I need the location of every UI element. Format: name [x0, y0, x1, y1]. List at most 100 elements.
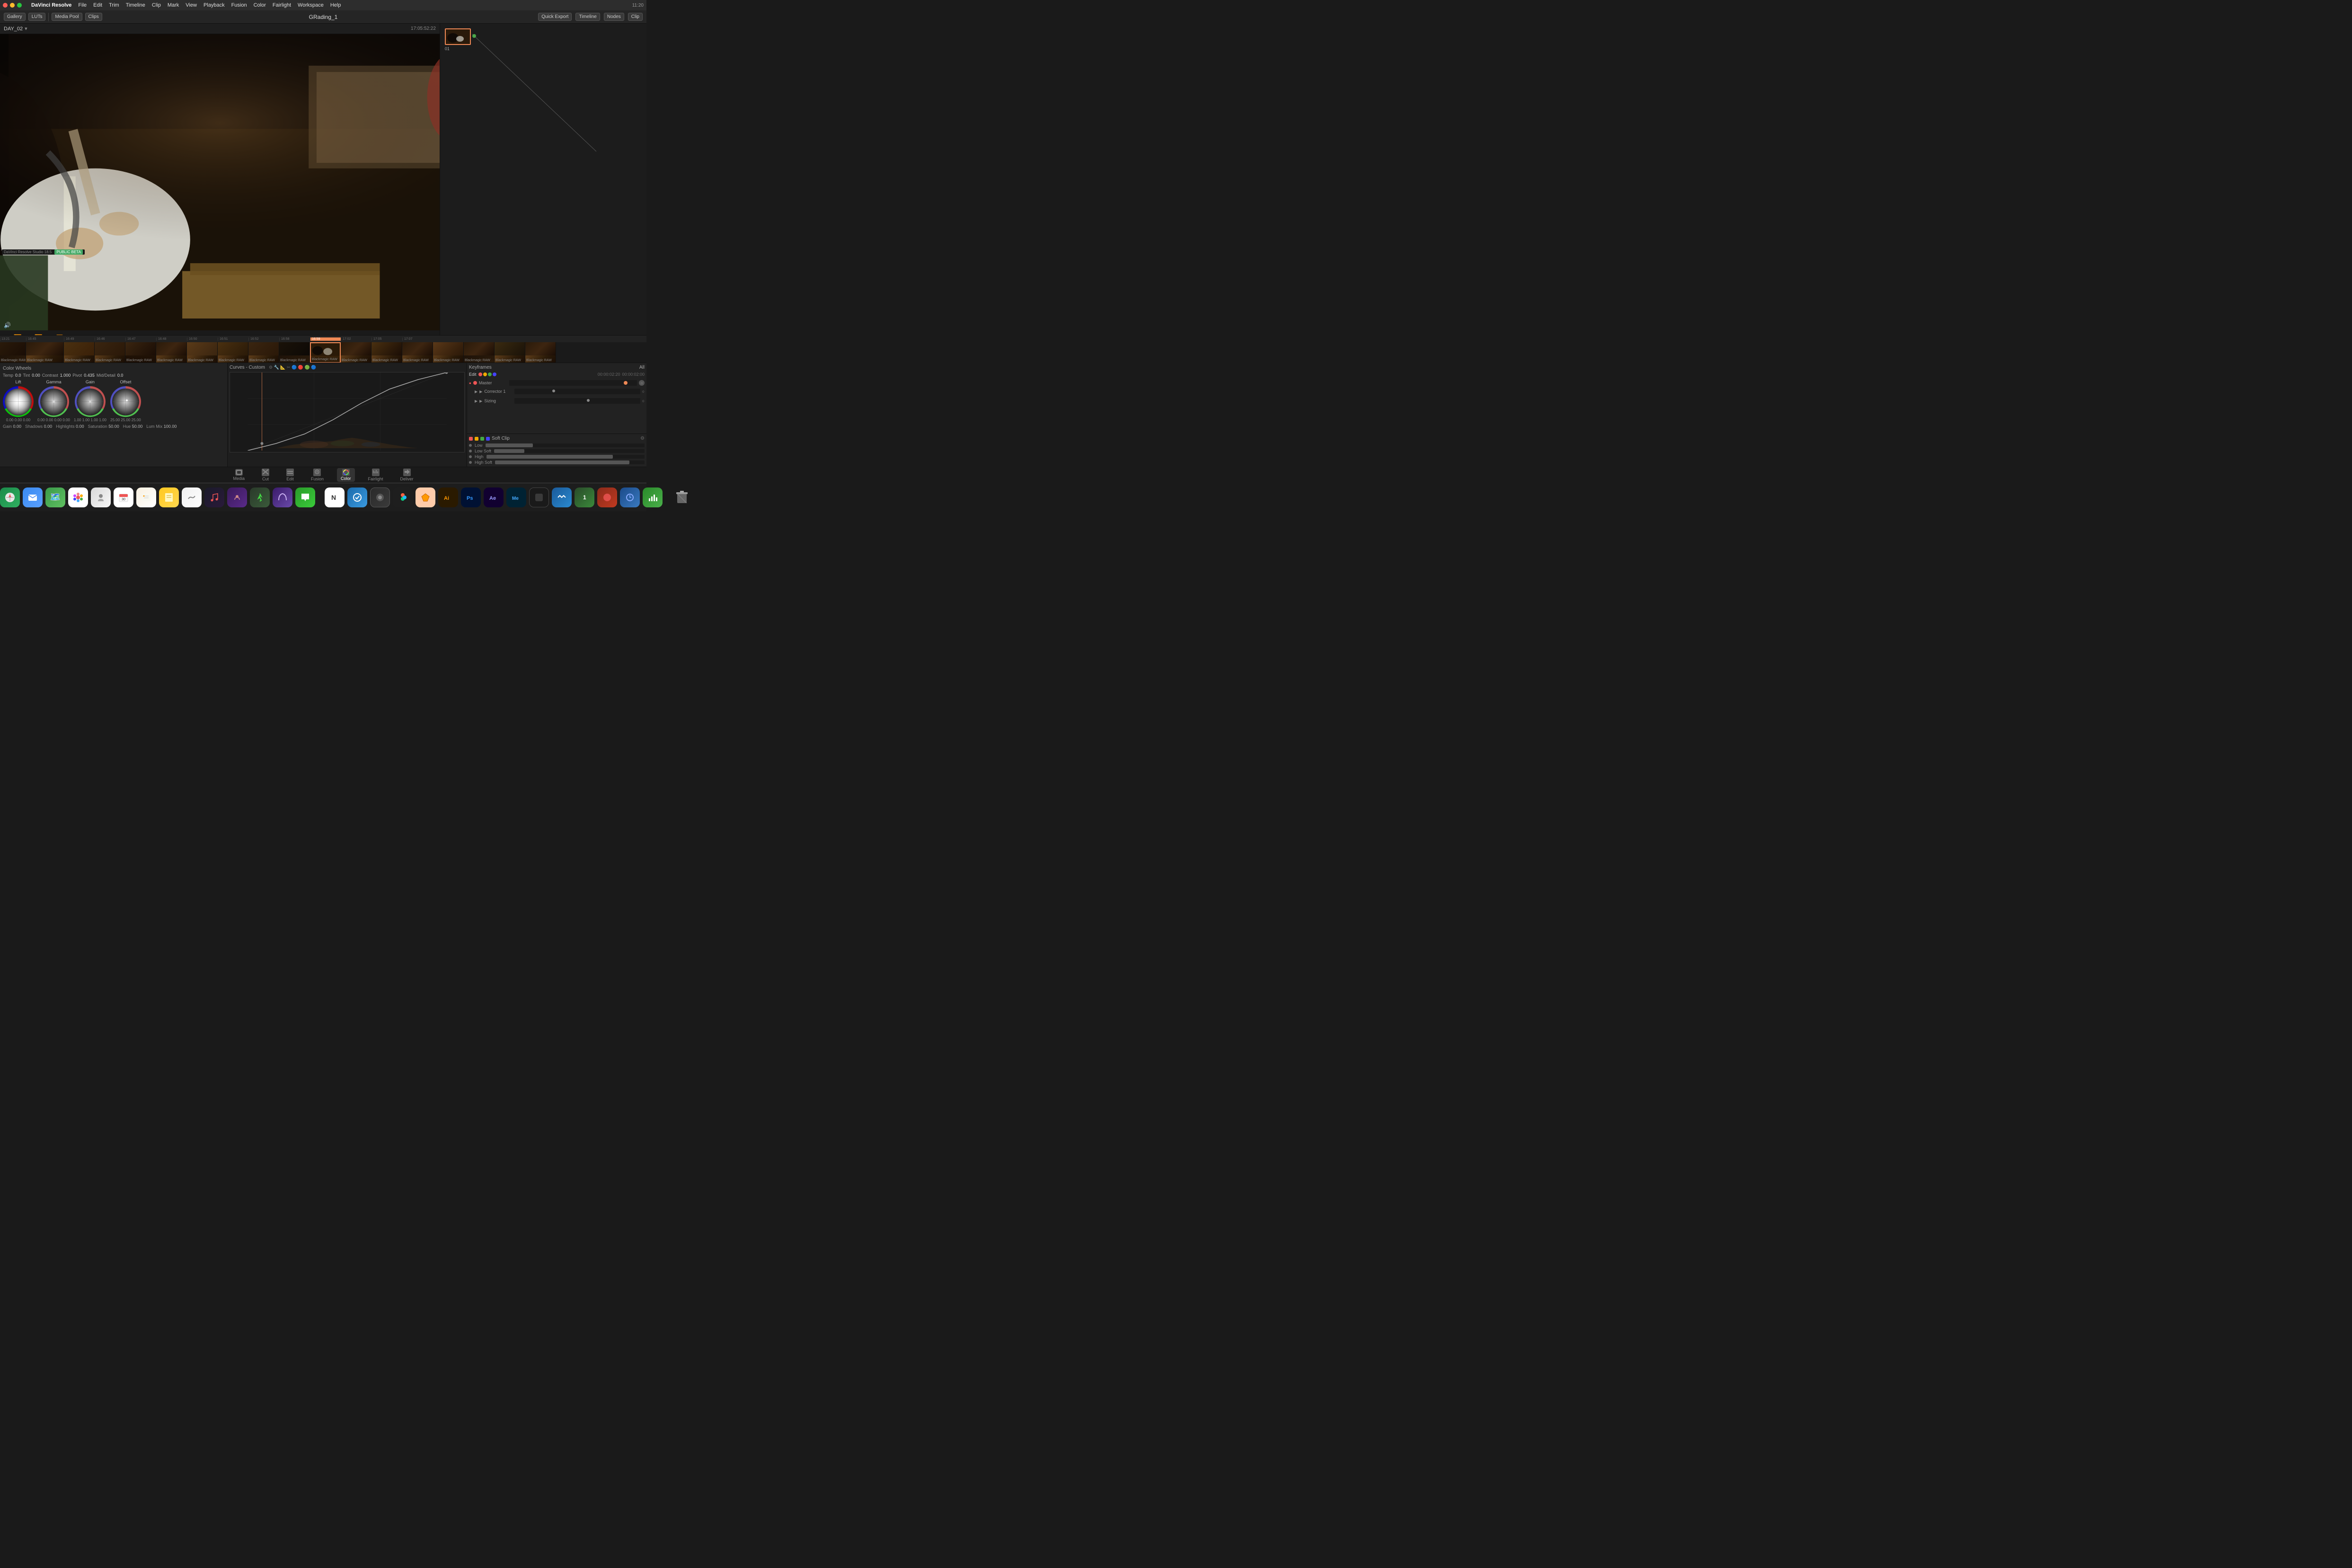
menu-view[interactable]: View	[186, 2, 197, 8]
dock-calendar[interactable]: 30	[114, 487, 133, 507]
offset-wheel[interactable]: Offset 25.00	[110, 380, 141, 422]
corrector1-kf-track[interactable]	[514, 389, 640, 394]
dock-illustrator[interactable]: Ai	[438, 487, 458, 507]
dock-mediaencoder[interactable]: Me	[506, 487, 526, 507]
dock-cleanmymac[interactable]	[620, 487, 640, 507]
lift-wheel[interactable]: Lift	[3, 380, 34, 422]
tab-cut[interactable]: Cut	[258, 468, 273, 482]
sc-slider-high[interactable]	[486, 455, 645, 459]
clip-cell-11[interactable]: Blackmagic RAW	[341, 342, 371, 363]
tab-media[interactable]: Media	[229, 468, 248, 482]
minimize-button[interactable]	[10, 3, 15, 8]
menu-fusion[interactable]: Fusion	[231, 2, 247, 8]
sc-slider-low-soft[interactable]	[494, 449, 645, 453]
dock-music[interactable]	[204, 487, 224, 507]
fullscreen-button[interactable]	[17, 3, 22, 8]
gamma-wheel[interactable]: Gamma 0.00 0.	[37, 380, 70, 422]
kf-reset-corrector1[interactable]: ○	[642, 389, 645, 394]
dock-notes[interactable]	[159, 487, 179, 507]
menu-clip[interactable]: Clip	[152, 2, 161, 8]
dock-contacts[interactable]	[91, 487, 111, 507]
sc-slider-low[interactable]	[486, 443, 645, 447]
clip-cell-10[interactable]: Blackmagic RAW	[310, 342, 341, 363]
menu-mark[interactable]: Mark	[168, 2, 179, 8]
dock-maps[interactable]: 🗺️	[45, 487, 65, 507]
tab-fairlight[interactable]: Fairlight	[364, 468, 387, 482]
dock-1password[interactable]: 1	[575, 487, 594, 507]
dock-lasso[interactable]	[597, 487, 617, 507]
menu-workspace[interactable]: Workspace	[298, 2, 324, 8]
tab-color[interactable]: Color	[337, 468, 355, 482]
dock-app14[interactable]	[250, 487, 270, 507]
dock-arc[interactable]	[273, 487, 292, 507]
node-editor-canvas[interactable]: 01	[440, 24, 646, 335]
node-01-thumbnail[interactable]	[445, 28, 471, 45]
menu-file[interactable]: File	[78, 2, 87, 8]
master-kf-track[interactable]	[509, 380, 637, 386]
menu-color[interactable]: Color	[254, 2, 266, 8]
menu-edit[interactable]: Edit	[93, 2, 102, 8]
tab-deliver[interactable]: Deliver	[397, 468, 417, 482]
dock-istat[interactable]	[643, 487, 663, 507]
dock-notion[interactable]: N	[325, 487, 345, 507]
clip-cell-13[interactable]: Blackmagic RAW	[402, 342, 433, 363]
clip-cell-7[interactable]: Blackmagic RAW	[218, 342, 248, 363]
dock-trash[interactable]	[672, 487, 692, 507]
menu-help[interactable]: Help	[330, 2, 341, 8]
dock-photos[interactable]	[68, 487, 88, 507]
node-output-dot[interactable]	[472, 34, 476, 38]
clip-cell-9[interactable]: Blackmagic RAW	[279, 342, 310, 363]
dock-davinci2[interactable]	[529, 487, 549, 507]
clip-cell-12[interactable]: Blackmagic RAW	[371, 342, 402, 363]
nodes-button[interactable]: Nodes	[604, 13, 624, 21]
dock-photoshop[interactable]: Ps	[461, 487, 481, 507]
dock-figma[interactable]	[393, 487, 413, 507]
menu-fairlight[interactable]: Fairlight	[273, 2, 291, 8]
gallery-button[interactable]: Gallery	[4, 13, 26, 21]
clip-cell-17[interactable]: Blackmagic RAW	[525, 342, 556, 363]
quick-export-button[interactable]: Quick Export	[538, 13, 572, 21]
clip-cell-15[interactable]: Blackmagic RAW	[464, 342, 495, 363]
dock-mail[interactable]	[23, 487, 43, 507]
clip-cell-16[interactable]: Blackmagic RAW	[495, 342, 525, 363]
sc-slider-high-soft[interactable]	[495, 461, 645, 464]
kf-reset-sizing[interactable]: ○	[642, 399, 645, 403]
dock-reminders[interactable]	[136, 487, 156, 507]
clip-cell-4[interactable]: Blackmagic RAW	[125, 342, 156, 363]
luts-button[interactable]: LUTs	[28, 13, 46, 21]
dock-davinci[interactable]	[370, 487, 390, 507]
menu-trim[interactable]: Trim	[109, 2, 119, 8]
clip-cell-6[interactable]: Blackmagic RAW	[187, 342, 218, 363]
clip-cell-2[interactable]: Blackmagic RAW	[64, 342, 95, 363]
close-button[interactable]	[3, 3, 8, 8]
dock-cleanmaster[interactable]	[347, 487, 367, 507]
dock-freeform[interactable]	[182, 487, 202, 507]
dock-aftereffects[interactable]: Ae	[484, 487, 504, 507]
clip-button[interactable]: Clip	[628, 13, 643, 21]
menu-playback[interactable]: Playback	[203, 2, 225, 8]
dock-safari[interactable]	[0, 487, 20, 507]
curves-canvas[interactable]	[230, 372, 465, 452]
menu-app-name[interactable]: DaVinci Resolve	[31, 2, 71, 8]
clips-button[interactable]: Clips	[85, 13, 102, 21]
timeline-button[interactable]: Timeline	[575, 13, 600, 21]
kf-reset-master[interactable]: ○	[639, 380, 645, 386]
sc-settings-icon[interactable]: ⚙	[640, 436, 645, 441]
dock-proxyman[interactable]	[552, 487, 572, 507]
sizing-kf-track[interactable]	[514, 398, 640, 404]
gain-wheel[interactable]: Gain 1.00 1.0	[74, 380, 106, 422]
dock-podcasts[interactable]	[227, 487, 247, 507]
dock-messages[interactable]	[295, 487, 315, 507]
volume-icon[interactable]: 🔊	[4, 322, 11, 328]
clip-cell-5[interactable]: Blackmagic RAW	[156, 342, 187, 363]
tab-fusion[interactable]: Fusion	[307, 468, 327, 482]
clip-cell-1[interactable]: Blackmagic RAW	[26, 342, 64, 363]
tab-edit[interactable]: Edit	[283, 468, 298, 482]
clip-cell-8[interactable]: Blackmagic RAW	[248, 342, 279, 363]
dock-sketch[interactable]	[416, 487, 435, 507]
clip-cell-14[interactable]: Blackmagic RAW	[433, 342, 464, 363]
bin-chevron-icon[interactable]: ▾	[25, 26, 27, 32]
menu-timeline[interactable]: Timeline	[126, 2, 145, 8]
clip-cell-3[interactable]: Blackmagic RAW	[95, 342, 125, 363]
bin-selector[interactable]: DAY_02	[4, 26, 23, 32]
